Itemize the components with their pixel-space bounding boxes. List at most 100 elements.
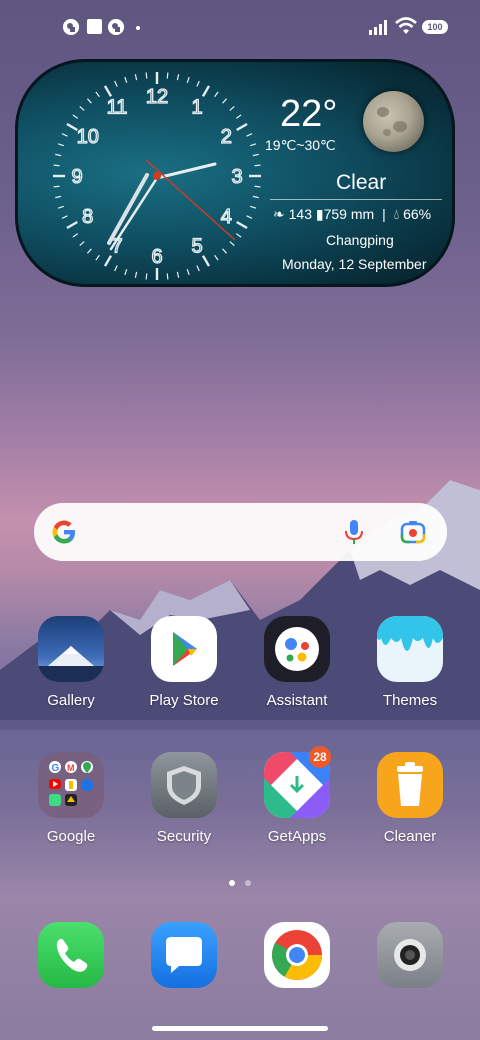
app-security[interactable]: Security xyxy=(134,752,234,845)
clock-tick xyxy=(229,105,235,111)
status-bar: 100 xyxy=(0,0,480,56)
clock-numeral: 10 xyxy=(77,126,99,148)
clock-tick xyxy=(53,185,60,188)
clock-tick xyxy=(145,273,148,280)
clock-numeral: 11 xyxy=(107,97,128,119)
clock-tick xyxy=(166,273,169,280)
clock-numeral: 9 xyxy=(71,166,82,188)
clock-tick xyxy=(176,74,180,81)
clock-tick xyxy=(145,72,148,79)
clock-tick xyxy=(252,195,259,199)
signal-icon xyxy=(369,20,387,35)
moon-icon xyxy=(363,91,424,152)
clock-tick xyxy=(95,91,100,98)
clock-tick xyxy=(252,153,259,157)
clock-tick xyxy=(176,271,180,278)
security-icon xyxy=(151,752,217,818)
clock-tick xyxy=(254,185,261,188)
wifi-icon xyxy=(395,17,417,34)
app-label: Google xyxy=(46,828,96,845)
clock-tick xyxy=(246,215,253,219)
app-google-folder[interactable]: G M Google xyxy=(21,752,121,845)
clock-tick xyxy=(236,220,248,230)
dock-phone[interactable] xyxy=(21,922,121,988)
play-store-icon xyxy=(151,616,217,682)
clock-tick xyxy=(134,271,138,278)
clock-numeral: 1 xyxy=(191,97,202,119)
clock-tick xyxy=(55,153,62,157)
svg-text:G: G xyxy=(52,763,60,774)
dot-icon xyxy=(136,26,140,30)
clock-tick xyxy=(235,114,242,119)
clock-tick xyxy=(246,133,253,137)
clock-tick xyxy=(124,76,128,83)
app-label: Cleaner xyxy=(383,828,437,845)
rain-value: 759 mm xyxy=(323,206,375,222)
app-label: Themes xyxy=(382,692,438,709)
google-folder-icon: G M xyxy=(38,752,104,818)
dock-messages[interactable] xyxy=(134,922,234,988)
microphone-icon[interactable] xyxy=(344,519,364,545)
clock-weather-widget[interactable]: 12 1 2 3 4 5 6 7 8 9 10 11 22° 19℃~30℃ Clear ❧ 143 … xyxy=(15,59,455,287)
clock-tick xyxy=(95,254,100,261)
app-label: GetApps xyxy=(267,828,327,845)
app-gallery[interactable]: Gallery xyxy=(21,616,121,709)
clock-tick xyxy=(86,98,92,104)
dock-chrome[interactable] xyxy=(247,922,347,988)
second-hand xyxy=(145,159,236,241)
app-label: Assistant xyxy=(266,692,328,709)
weather-condition: Clear xyxy=(336,171,387,194)
clock-tick xyxy=(103,255,113,267)
app-cleaner[interactable]: Cleaner xyxy=(360,752,460,845)
clock-tick xyxy=(235,233,242,238)
divider xyxy=(270,199,442,200)
weather-stats: ❧ 143 ▮759 mm | 💧︎ 66% xyxy=(273,206,431,223)
page-indicator xyxy=(245,880,251,886)
clock-tick xyxy=(201,85,211,97)
clock-tick xyxy=(201,255,211,267)
temperature-range: 19℃~30℃ xyxy=(265,137,336,153)
clock-tick xyxy=(124,269,128,276)
clock-tick xyxy=(55,195,62,199)
clock-tick xyxy=(61,215,68,219)
analog-clock: 12 1234567891011 xyxy=(53,72,261,280)
app-label: Gallery xyxy=(47,692,95,709)
clock-tick xyxy=(79,105,85,111)
app-label: Play Store xyxy=(149,692,219,709)
hour-hand xyxy=(107,173,149,245)
app-getapps[interactable]: 28 GetApps xyxy=(247,746,347,845)
minute-hand xyxy=(155,162,217,180)
clock-tick xyxy=(134,74,138,81)
notification-badge: 28 xyxy=(309,746,331,768)
phone-icon xyxy=(38,922,104,988)
lens-camera-icon[interactable] xyxy=(400,520,426,544)
clock-numeral: 2 xyxy=(221,126,232,148)
clock-tick xyxy=(57,205,64,209)
clock-tick xyxy=(57,143,64,147)
clock-tick xyxy=(61,133,68,137)
clock-tick xyxy=(236,122,248,132)
humidity-value: 66% xyxy=(403,206,432,222)
app-play-store[interactable]: Play Store xyxy=(134,616,234,709)
clock-tick xyxy=(196,265,200,272)
app-themes[interactable]: Themes xyxy=(360,616,460,709)
clock-tick xyxy=(114,80,118,87)
themes-icon xyxy=(377,616,443,682)
chrome-icon xyxy=(264,922,330,988)
air-quality-value: 143 xyxy=(288,206,312,222)
google-search-bar[interactable] xyxy=(34,503,447,561)
cleaner-icon xyxy=(377,752,443,818)
home-indicator[interactable] xyxy=(152,1026,328,1031)
temperature: 22° xyxy=(280,93,338,135)
city-name: Changping xyxy=(326,232,394,248)
clock-tick xyxy=(66,220,78,230)
app-assistant[interactable]: Assistant xyxy=(247,616,347,709)
clock-tick xyxy=(229,241,235,247)
clock-tick xyxy=(72,114,79,119)
clock-tick xyxy=(222,248,228,254)
dock-camera[interactable] xyxy=(360,922,460,988)
rain-gauge-icon: ▮ xyxy=(315,206,324,222)
leaf-icon: ❧ xyxy=(273,206,285,222)
square-notification-icon xyxy=(87,19,102,34)
clock-tick xyxy=(250,143,257,147)
